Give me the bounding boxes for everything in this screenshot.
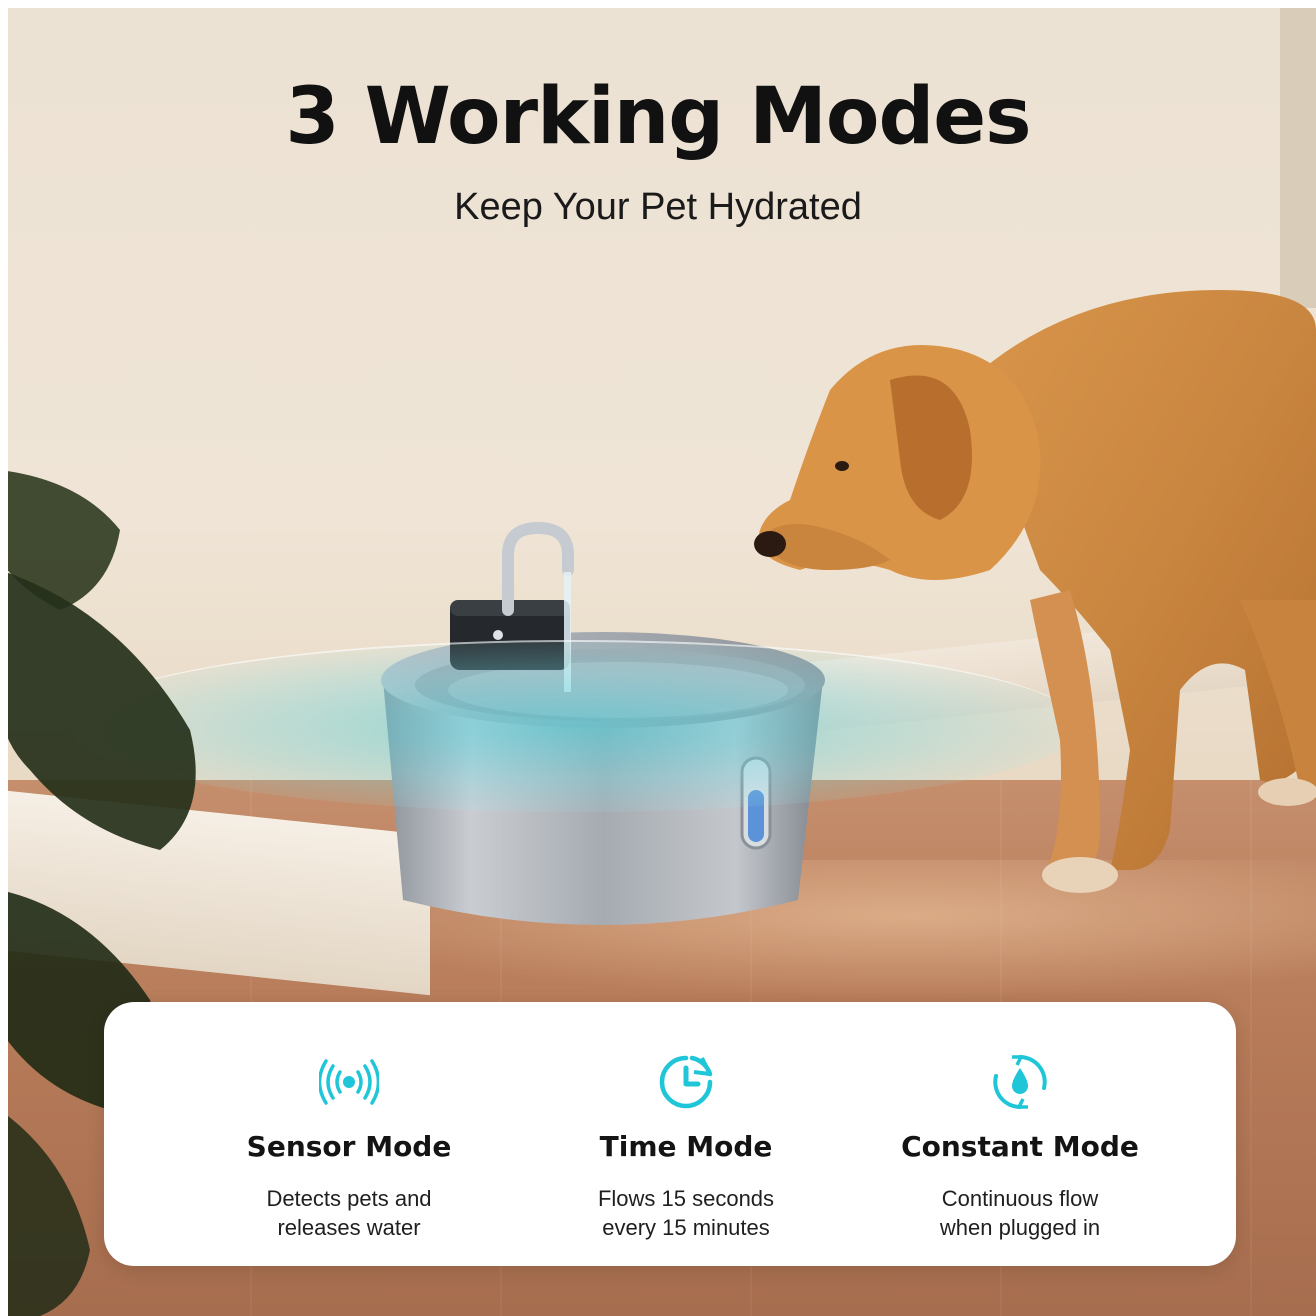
mode-title: Time Mode <box>599 1130 773 1163</box>
mode-time: Time Mode Flows 15 seconds every 15 minu… <box>526 1002 846 1266</box>
mode-description-line: Flows 15 seconds <box>597 1186 775 1211</box>
mode-sensor: Sensor Mode Detects pets and releases wa… <box>189 1002 509 1266</box>
timer-cycle-icon <box>659 1055 713 1109</box>
mode-title: Constant Mode <box>901 1130 1139 1163</box>
headline-subtitle: Keep Your Pet Hydrated <box>454 186 862 228</box>
mode-description-line: Detects pets and <box>266 1186 432 1211</box>
modes-card: Sensor Mode Detects pets and releases wa… <box>104 1002 1236 1266</box>
mode-description: Flows 15 seconds every 15 minutes <box>526 1184 846 1242</box>
mode-title: Sensor Mode <box>246 1130 452 1163</box>
golden-retriever-dog <box>754 290 1316 893</box>
top-border <box>0 0 1316 8</box>
sensor-waves-icon <box>319 1059 379 1105</box>
mode-description: Detects pets and releases water <box>189 1184 509 1242</box>
mode-description-line: Continuous flow <box>941 1186 1099 1211</box>
mode-description-line: when plugged in <box>939 1215 1101 1240</box>
mode-constant: Constant Mode Continuous flow when plugg… <box>860 1002 1180 1266</box>
headline-title: 3 Working Modes <box>285 72 1031 162</box>
water-drop-cycle-icon <box>993 1055 1047 1109</box>
mode-description-line: releases water <box>277 1215 421 1240</box>
product-banner: 3 Working Modes Keep Your Pet Hydrated S… <box>0 0 1316 1316</box>
mode-description-line: every 15 minutes <box>602 1215 770 1240</box>
mode-description: Continuous flow when plugged in <box>860 1184 1180 1242</box>
